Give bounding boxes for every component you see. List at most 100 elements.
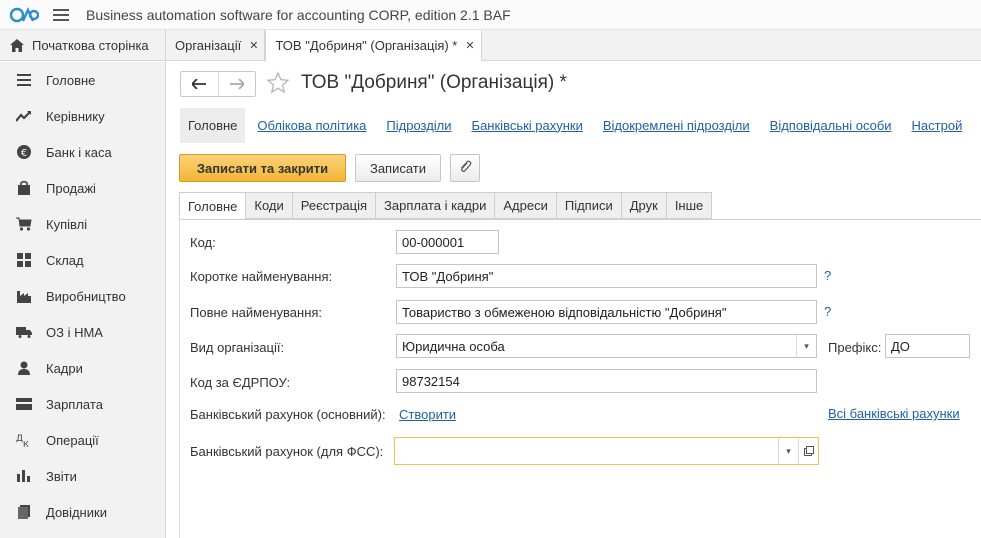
sidebar-item-sales[interactable]: Продажі bbox=[0, 170, 165, 206]
sidebar-item-purchases[interactable]: Купівлі bbox=[0, 206, 165, 242]
sidebar-item-label: Операції bbox=[46, 432, 99, 448]
back-arrow-icon[interactable] bbox=[181, 72, 218, 96]
window-tab-organizations[interactable]: Організації ✕ bbox=[166, 30, 266, 60]
form-sections: Головне Облікова політика Підрозділи Бан… bbox=[180, 107, 981, 143]
sidebar-item-label: Головне bbox=[46, 72, 96, 88]
sidebar-item-directories[interactable]: Довідники bbox=[0, 494, 165, 530]
bank-main-label: Банківський рахунок (основний): bbox=[190, 407, 386, 422]
tab-salary-hr[interactable]: Зарплата і кадри bbox=[375, 192, 495, 219]
sidebar-item-reports[interactable]: Звіти bbox=[0, 458, 165, 494]
section-separate-divisions[interactable]: Відокремлені підрозділи bbox=[603, 118, 750, 133]
sidebar-item-fixed-assets[interactable]: ОЗ і НМА bbox=[0, 314, 165, 350]
edrpou-label: Код за ЄДРПОУ: bbox=[190, 375, 291, 390]
sidebar-item-label: Склад bbox=[46, 252, 84, 268]
favorite-star-icon[interactable] bbox=[266, 71, 290, 98]
sidebar-item-label: Виробництво bbox=[46, 288, 126, 304]
code-label: Код: bbox=[190, 235, 216, 250]
forward-arrow-icon[interactable] bbox=[217, 72, 256, 96]
short-name-help-icon[interactable]: ? bbox=[824, 268, 831, 283]
section-responsible-persons[interactable]: Відповідальні особи bbox=[770, 118, 892, 133]
trend-icon bbox=[14, 108, 34, 124]
window-tab-bar: Початкова сторінка Організації ✕ ТОВ "До… bbox=[0, 30, 981, 62]
close-icon[interactable]: ✕ bbox=[249, 39, 258, 52]
sidebar-item-label: Купівлі bbox=[46, 216, 88, 232]
window-tab-label: ТОВ "Добриня" (Організація) * bbox=[275, 37, 458, 53]
tab-divider bbox=[179, 219, 981, 220]
prefix-field[interactable]: ДО bbox=[885, 334, 970, 358]
tab-print[interactable]: Друк bbox=[620, 192, 666, 219]
title-bar: Business automation software for account… bbox=[0, 0, 981, 30]
wallet-icon bbox=[14, 396, 34, 412]
form-area: ТОВ "Добриня" (Організація) * Головне Об… bbox=[166, 62, 981, 538]
sidebar-item-label: Продажі bbox=[46, 180, 96, 196]
sidebar-item-operations[interactable]: ДК Операції bbox=[0, 422, 165, 458]
code-field[interactable]: 00-000001 bbox=[396, 230, 499, 254]
short-name-field[interactable]: ТОВ "Добриня" bbox=[396, 264, 817, 288]
sidebar-item-main[interactable]: Головне bbox=[0, 62, 165, 98]
prefix-label: Префікс: bbox=[828, 340, 882, 355]
tab-main[interactable]: Головне bbox=[179, 192, 246, 220]
truck-icon bbox=[14, 324, 34, 340]
bank-fss-label: Банківський рахунок (для ФСС): bbox=[190, 444, 384, 459]
sidebar-item-salary[interactable]: Зарплата bbox=[0, 386, 165, 422]
paperclip-icon bbox=[458, 160, 472, 177]
chevron-down-icon[interactable]: ▾ bbox=[778, 438, 798, 464]
home-page-tab-label: Початкова сторінка bbox=[32, 37, 149, 53]
svg-text:Д: Д bbox=[16, 434, 23, 444]
person-icon bbox=[14, 360, 34, 376]
form-tabs: Головне Коди Реєстрація Зарплата і кадри… bbox=[179, 192, 713, 220]
create-bank-account-link[interactable]: Створити bbox=[399, 407, 456, 422]
tab-codes[interactable]: Коди bbox=[245, 192, 292, 219]
open-icon[interactable] bbox=[798, 438, 818, 464]
all-bank-accounts-link[interactable]: Всі банківські рахунки bbox=[828, 406, 960, 421]
save-button[interactable]: Записати bbox=[355, 154, 441, 182]
factory-icon bbox=[14, 288, 34, 304]
app-title: Business automation software for account… bbox=[86, 6, 511, 23]
tab-signatures[interactable]: Підписи bbox=[555, 192, 621, 219]
svg-text:€: € bbox=[21, 148, 27, 159]
save-and-close-button[interactable]: Записати та закрити bbox=[179, 154, 346, 182]
short-name-label: Коротке найменування: bbox=[190, 269, 333, 284]
cart-icon bbox=[14, 216, 34, 232]
sidebar-item-label: Зарплата bbox=[46, 396, 103, 412]
sidebar-item-warehouse[interactable]: Склад bbox=[0, 242, 165, 278]
sidebar-item-hr[interactable]: Кадри bbox=[0, 350, 165, 386]
section-bank-accounts[interactable]: Банківські рахунки bbox=[472, 118, 583, 133]
edrpou-field[interactable]: 98732154 bbox=[396, 369, 817, 393]
full-name-help-icon[interactable]: ? bbox=[824, 304, 831, 319]
bag-icon bbox=[14, 180, 34, 196]
sidebar: Головне Керівнику € Банк і каса Продажі … bbox=[0, 62, 166, 538]
sidebar-item-production[interactable]: Виробництво bbox=[0, 278, 165, 314]
list-icon bbox=[14, 72, 34, 88]
home-icon bbox=[10, 38, 24, 52]
panel-border bbox=[179, 219, 180, 538]
bar-chart-icon bbox=[14, 468, 34, 484]
app-logo-icon[interactable] bbox=[0, 0, 48, 30]
section-departments[interactable]: Підрозділи bbox=[386, 118, 451, 133]
section-accounting-policy[interactable]: Облікова політика bbox=[257, 118, 366, 133]
org-type-label: Вид організації: bbox=[190, 340, 285, 355]
section-main[interactable]: Головне bbox=[180, 107, 246, 143]
hamburger-menu-icon[interactable] bbox=[48, 0, 74, 30]
svg-text:К: К bbox=[23, 440, 29, 448]
sidebar-item-manager[interactable]: Керівнику bbox=[0, 98, 165, 134]
tab-other[interactable]: Інше bbox=[665, 192, 713, 219]
tab-addresses[interactable]: Адреси bbox=[494, 192, 556, 219]
tab-registration[interactable]: Реєстрація bbox=[291, 192, 376, 219]
attach-button[interactable] bbox=[450, 154, 480, 182]
home-page-tab[interactable]: Початкова сторінка bbox=[0, 30, 166, 60]
org-type-select[interactable]: Юридична особа ▾ bbox=[396, 334, 817, 358]
dtkt-icon: ДК bbox=[14, 432, 34, 448]
sidebar-item-label: Звіти bbox=[46, 468, 77, 484]
window-tab-label: Організації bbox=[175, 37, 242, 53]
grid-icon bbox=[14, 252, 34, 268]
section-settings[interactable]: Настрой bbox=[912, 118, 963, 133]
form-title: ТОВ "Добриня" (Організація) * bbox=[301, 72, 567, 93]
bank-fss-field[interactable]: ▾ bbox=[394, 437, 819, 465]
window-tab-dobrynya[interactable]: ТОВ "Добриня" (Організація) * ✕ bbox=[265, 30, 482, 62]
close-icon[interactable]: ✕ bbox=[465, 39, 474, 52]
sidebar-item-bank[interactable]: € Банк і каса bbox=[0, 134, 165, 170]
sidebar-item-label: Довідники bbox=[46, 504, 107, 520]
chevron-down-icon[interactable]: ▾ bbox=[796, 335, 816, 357]
full-name-field[interactable]: Товариство з обмеженою відповідальністю … bbox=[396, 300, 817, 324]
